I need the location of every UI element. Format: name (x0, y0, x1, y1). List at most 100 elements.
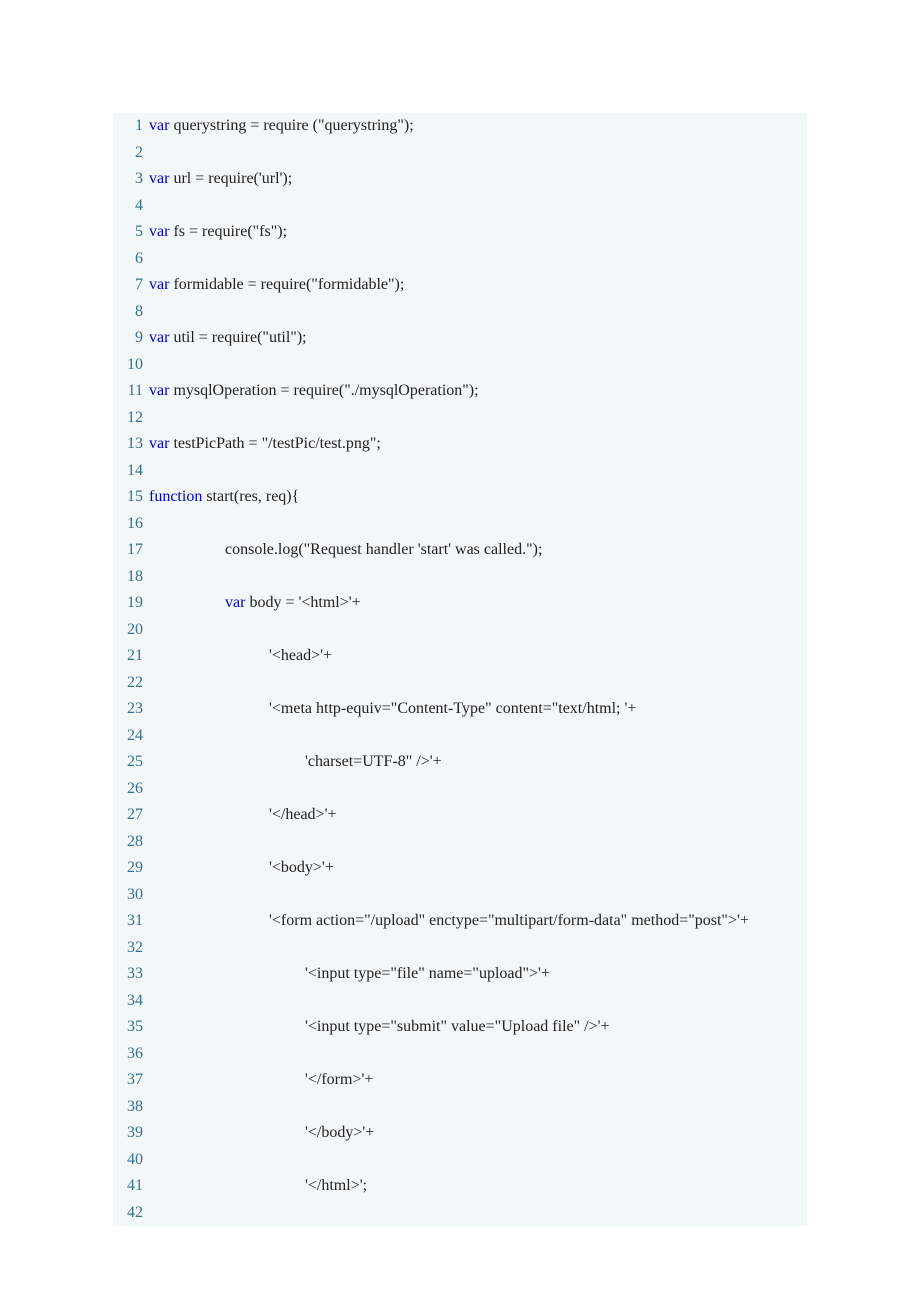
code-content: var testPicPath = "/testPic/test.png"; (149, 431, 381, 458)
line-number: 28 (113, 829, 149, 856)
code-line: 10 (113, 352, 807, 379)
line-number: 21 (113, 643, 149, 670)
code-line: 31 '<form action="/upload" enctype="mult… (113, 908, 807, 935)
code-line: 26 (113, 776, 807, 803)
code-content (149, 1200, 153, 1227)
line-number: 17 (113, 537, 149, 564)
code-content: '</body>'+ (149, 1120, 374, 1147)
code-content: '<body>'+ (149, 855, 334, 882)
code-content: '</html>'; (149, 1173, 367, 1200)
code-line: 27 '</head>'+ (113, 802, 807, 829)
line-number: 31 (113, 908, 149, 935)
code-content: 'charset=UTF-8" />'+ (149, 749, 442, 776)
code-content (149, 935, 153, 962)
code-content (149, 193, 153, 220)
code-line: 13var testPicPath = "/testPic/test.png"; (113, 431, 807, 458)
code-line: 14 (113, 458, 807, 485)
line-number: 18 (113, 564, 149, 591)
code-line: 41 '</html>'; (113, 1173, 807, 1200)
line-number: 9 (113, 325, 149, 352)
code-line: 12 (113, 405, 807, 432)
code-content (149, 882, 153, 909)
code-line: 16 (113, 511, 807, 538)
code-line: 29 '<body>'+ (113, 855, 807, 882)
code-line: 32 (113, 935, 807, 962)
line-number: 6 (113, 246, 149, 273)
code-content: var formidable = require("formidable"); (149, 272, 404, 299)
line-number: 25 (113, 749, 149, 776)
line-number: 38 (113, 1094, 149, 1121)
line-number: 15 (113, 484, 149, 511)
line-number: 10 (113, 352, 149, 379)
line-number: 37 (113, 1067, 149, 1094)
code-line: 8 (113, 299, 807, 326)
line-number: 12 (113, 405, 149, 432)
line-number: 4 (113, 193, 149, 220)
code-content: '<input type="submit" value="Upload file… (149, 1014, 610, 1041)
line-number: 23 (113, 696, 149, 723)
code-line: 17 console.log("Request handler 'start' … (113, 537, 807, 564)
line-number: 8 (113, 299, 149, 326)
line-number: 3 (113, 166, 149, 193)
code-line: 39 '</body>'+ (113, 1120, 807, 1147)
code-content: console.log("Request handler 'start' was… (149, 537, 542, 564)
code-line: 7var formidable = require("formidable"); (113, 272, 807, 299)
code-content (149, 829, 153, 856)
code-line: 9var util = require("util"); (113, 325, 807, 352)
line-number: 40 (113, 1147, 149, 1174)
line-number: 11 (113, 378, 149, 405)
code-content: '</form>'+ (149, 1067, 373, 1094)
code-content (149, 723, 153, 750)
code-line: 34 (113, 988, 807, 1015)
code-content (149, 1041, 153, 1068)
line-number: 16 (113, 511, 149, 538)
code-content: var querystring = require ("querystring"… (149, 113, 414, 140)
line-number: 22 (113, 670, 149, 697)
code-content (149, 458, 153, 485)
code-line: 42 (113, 1200, 807, 1227)
code-content: var body = '<html>'+ (149, 590, 361, 617)
line-number: 29 (113, 855, 149, 882)
code-block: 1var querystring = require ("querystring… (113, 113, 807, 1226)
line-number: 19 (113, 590, 149, 617)
code-line: 38 (113, 1094, 807, 1121)
code-line: 19 var body = '<html>'+ (113, 590, 807, 617)
code-line: 2 (113, 140, 807, 167)
code-content (149, 1094, 153, 1121)
code-content (149, 352, 153, 379)
page: 1var querystring = require ("querystring… (0, 0, 920, 1302)
code-content: function start(res, req){ (149, 484, 299, 511)
line-number: 26 (113, 776, 149, 803)
code-line: 28 (113, 829, 807, 856)
code-content (149, 617, 153, 644)
line-number: 2 (113, 140, 149, 167)
code-line: 23 '<meta http-equiv="Content-Type" cont… (113, 696, 807, 723)
line-number: 42 (113, 1200, 149, 1227)
code-content: var mysqlOperation = require("./mysqlOpe… (149, 378, 479, 405)
code-line: 20 (113, 617, 807, 644)
line-number: 5 (113, 219, 149, 246)
line-number: 20 (113, 617, 149, 644)
code-content (149, 140, 153, 167)
line-number: 34 (113, 988, 149, 1015)
code-line: 35 '<input type="submit" value="Upload f… (113, 1014, 807, 1041)
code-line: 37 '</form>'+ (113, 1067, 807, 1094)
code-content: var url = require('url'); (149, 166, 292, 193)
code-line: 11var mysqlOperation = require("./mysqlO… (113, 378, 807, 405)
code-content: var fs = require("fs"); (149, 219, 287, 246)
code-line: 24 (113, 723, 807, 750)
code-content (149, 670, 153, 697)
code-content (149, 1147, 153, 1174)
code-content (149, 511, 153, 538)
code-line: 36 (113, 1041, 807, 1068)
line-number: 39 (113, 1120, 149, 1147)
line-number: 30 (113, 882, 149, 909)
line-number: 1 (113, 113, 149, 140)
code-line: 30 (113, 882, 807, 909)
code-content (149, 564, 153, 591)
code-content: '<head>'+ (149, 643, 332, 670)
code-content: '<form action="/upload" enctype="multipa… (149, 908, 749, 935)
code-line: 22 (113, 670, 807, 697)
code-content (149, 776, 153, 803)
code-line: 25 'charset=UTF-8" />'+ (113, 749, 807, 776)
